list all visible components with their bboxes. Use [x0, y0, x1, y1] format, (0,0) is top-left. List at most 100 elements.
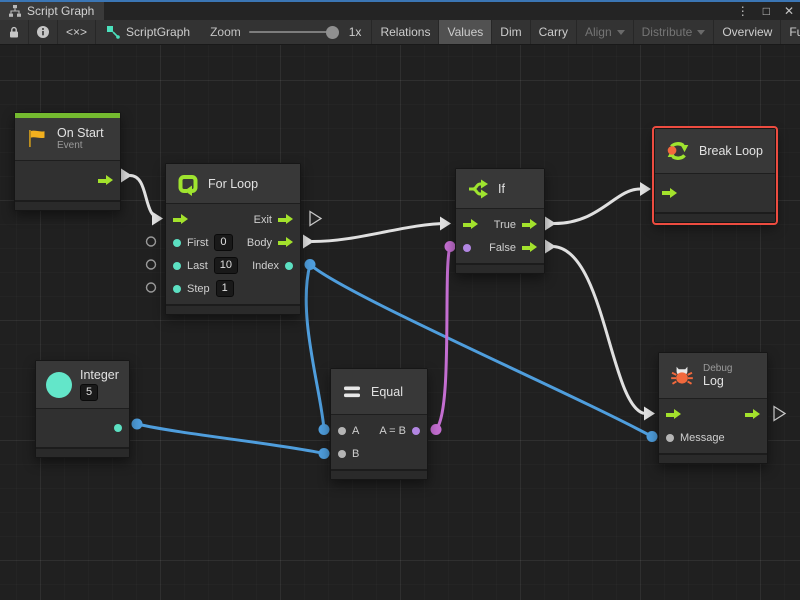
body-output-port[interactable]	[278, 237, 293, 248]
wire-equal-if-condition[interactable]	[436, 247, 450, 430]
carry-button[interactable]: Carry	[531, 20, 577, 44]
flow-input-port[interactable]	[662, 188, 677, 199]
close-icon[interactable]: ✕	[784, 4, 794, 18]
align-button[interactable]: Align	[577, 20, 634, 44]
dim-button[interactable]: Dim	[492, 20, 530, 44]
wire-integer-equal-b[interactable]	[137, 424, 324, 454]
chevron-down-icon	[697, 30, 705, 35]
zoom-slider-track[interactable]	[249, 31, 339, 33]
node-integer[interactable]: Integer 5	[35, 360, 130, 458]
flow-input-port[interactable]	[666, 409, 681, 420]
graph-canvas[interactable]: On Start Event For Loop Exit	[0, 45, 800, 600]
condition-input-port[interactable]	[463, 244, 471, 252]
a-input-port[interactable]	[338, 427, 346, 435]
last-value-field[interactable]: 10	[214, 257, 238, 274]
values-button[interactable]: Values	[439, 20, 492, 44]
dim-label: Dim	[500, 25, 521, 39]
unconnected-flow-triangle[interactable]	[774, 407, 785, 421]
on-start-header: On Start Event	[15, 118, 120, 161]
unconnected-flow-triangle[interactable]	[310, 212, 321, 226]
integer-output-port[interactable]	[114, 424, 122, 432]
graph-name-label: ScriptGraph	[126, 25, 190, 39]
for-loop-header: For Loop	[166, 164, 300, 204]
values-label: Values	[447, 25, 483, 39]
node-equal[interactable]: Equal A A = B B	[330, 368, 428, 480]
fullscreen-label: Full Screen	[789, 25, 800, 39]
integer-header: Integer 5	[36, 361, 129, 409]
node-for-loop[interactable]: For Loop Exit First 0 Body Last 10	[165, 163, 301, 315]
fullscreen-button[interactable]: Full Screen	[781, 20, 800, 44]
first-input-port[interactable]	[173, 239, 181, 247]
flow-output-port[interactable]	[745, 409, 760, 420]
carry-label: Carry	[539, 25, 568, 39]
true-output-port[interactable]	[522, 219, 537, 230]
wire-end-arrow	[440, 217, 451, 231]
index-output-port[interactable]	[285, 262, 293, 270]
node-title: Equal	[371, 385, 403, 399]
node-footer	[166, 304, 300, 314]
maximize-icon[interactable]: □	[763, 4, 770, 18]
distribute-button[interactable]: Distribute	[634, 20, 715, 44]
code-view-button[interactable]: <×>	[58, 20, 96, 44]
flow-output-port[interactable]	[98, 175, 113, 186]
message-input-port[interactable]	[666, 434, 674, 442]
node-footer	[36, 447, 129, 457]
hierarchy-icon	[8, 4, 22, 18]
zoom-slider-handle[interactable]	[326, 26, 339, 39]
unconnected-port-ring[interactable]	[147, 260, 156, 269]
false-output-port[interactable]	[522, 242, 537, 253]
lock-button[interactable]	[0, 20, 29, 44]
flow-input-port[interactable]	[173, 214, 188, 225]
step-input-port[interactable]	[173, 285, 181, 293]
result-output-port[interactable]	[412, 427, 420, 435]
code-view-icon: <×>	[66, 25, 87, 39]
node-if[interactable]: If True False	[455, 168, 545, 274]
unconnected-port-ring[interactable]	[147, 283, 156, 292]
b-input-port[interactable]	[338, 450, 346, 458]
wire-false-debuglog[interactable]	[554, 247, 644, 414]
index-port-label: Index	[252, 260, 279, 272]
integer-value-field[interactable]: 5	[80, 384, 98, 401]
wire-dot	[647, 431, 658, 442]
flow-input-port[interactable]	[463, 219, 478, 230]
unconnected-port-ring[interactable]	[147, 237, 156, 246]
zoom-slider[interactable]	[247, 20, 347, 44]
bug-icon	[669, 363, 695, 389]
node-title: Integer	[80, 368, 119, 382]
equals-icon	[341, 381, 363, 403]
wire-index-equal-a[interactable]	[306, 265, 324, 430]
window-menu-icon[interactable]: ⋮	[737, 4, 749, 18]
tab-script-graph[interactable]: Script Graph	[0, 2, 104, 20]
flag-icon	[25, 127, 49, 151]
b-port-label: B	[352, 448, 359, 460]
wire-onstart-forloop[interactable]	[130, 176, 161, 219]
graph-toolbar: <×> ScriptGraph Zoom 1x Relations Values…	[0, 20, 800, 45]
relations-button[interactable]: Relations	[372, 20, 439, 44]
if-header: If	[456, 169, 544, 209]
wire-true-breakloop[interactable]	[554, 189, 640, 224]
relations-label: Relations	[380, 25, 430, 39]
graph-breadcrumb[interactable]: ScriptGraph	[96, 20, 200, 44]
exit-output-port[interactable]	[278, 214, 293, 225]
overview-button[interactable]: Overview	[714, 20, 781, 44]
loop-icon	[176, 172, 200, 196]
info-button[interactable]	[29, 20, 58, 44]
tab-label: Script Graph	[27, 4, 94, 18]
node-subtitle: Event	[57, 140, 104, 152]
node-on-start[interactable]: On Start Event	[14, 112, 121, 211]
distribute-label: Distribute	[642, 25, 693, 39]
first-value-field[interactable]: 0	[214, 234, 232, 251]
node-category: Debug	[703, 363, 732, 375]
debug-log-header: Debug Log	[659, 353, 767, 399]
step-value-field[interactable]: 1	[216, 280, 234, 297]
wire-end-arrow	[644, 407, 655, 421]
node-footer	[659, 453, 767, 463]
node-footer	[331, 469, 427, 479]
node-break-loop[interactable]: Break Loop	[654, 128, 776, 223]
wire-body-if[interactable]	[312, 224, 448, 242]
node-debug-log[interactable]: Debug Log Message	[658, 352, 768, 464]
step-port-label: Step	[187, 283, 210, 295]
body-port-label: Body	[247, 237, 272, 249]
window-controls: ⋮ □ ✕	[737, 2, 794, 20]
last-input-port[interactable]	[173, 262, 181, 270]
